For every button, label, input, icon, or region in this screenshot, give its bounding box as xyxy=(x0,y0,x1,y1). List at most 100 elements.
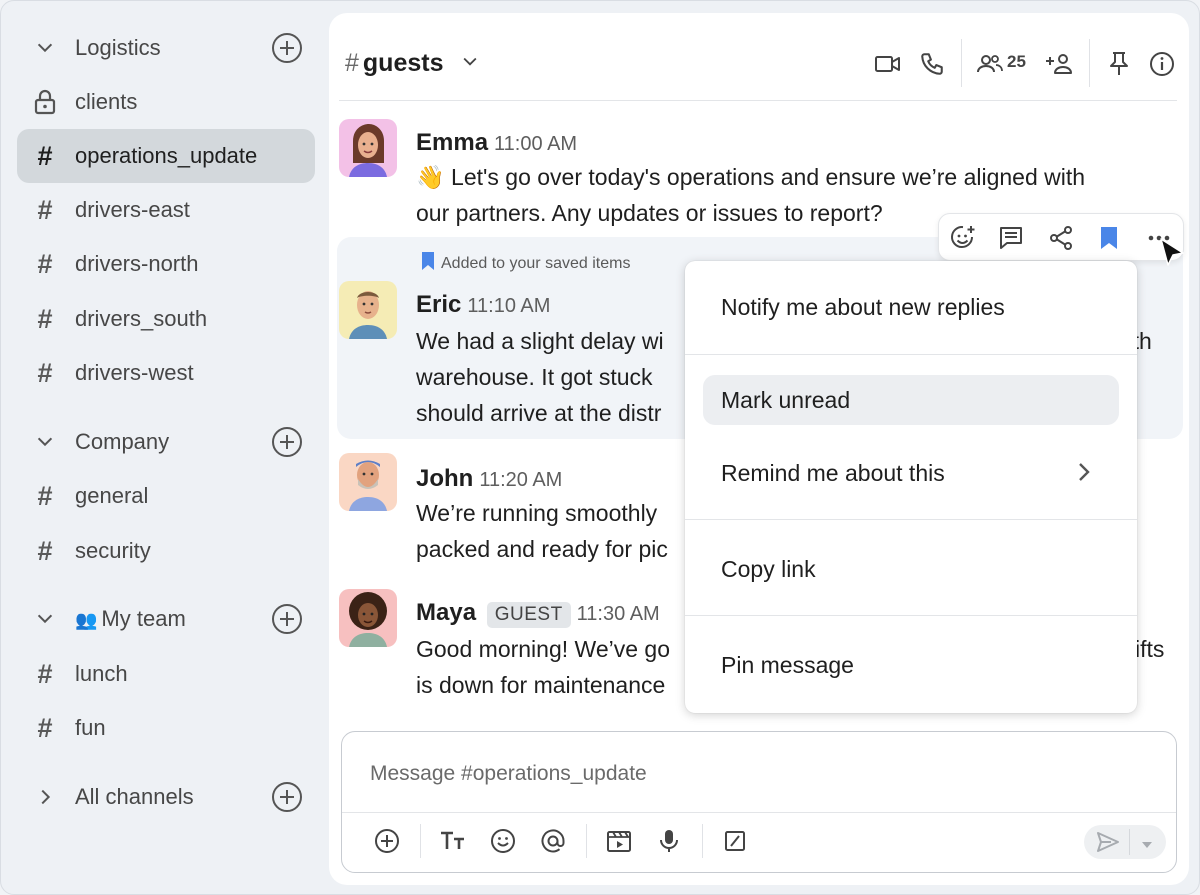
message-text: warehouse. It got stuck xyxy=(416,364,653,390)
chevron-down-icon xyxy=(460,49,480,78)
header-divider xyxy=(1089,39,1090,87)
hash-icon: # xyxy=(37,303,53,334)
section-my-team[interactable]: 👥 My team xyxy=(17,592,315,646)
composer-divider xyxy=(586,824,587,858)
share-icon[interactable] xyxy=(1047,224,1075,252)
message-text: ifts xyxy=(1135,636,1165,662)
microphone-icon[interactable] xyxy=(654,826,684,856)
message-text: packed and ready for pic xyxy=(416,536,668,562)
section-all-channels[interactable]: All channels xyxy=(17,770,315,824)
add-attachment-icon[interactable] xyxy=(372,826,402,856)
bookmark-icon[interactable] xyxy=(1095,224,1123,252)
menu-item-remind-me[interactable]: Remind me about this xyxy=(685,443,1137,503)
video-call-icon[interactable] xyxy=(873,49,903,79)
menu-item-copy-link[interactable]: Copy link xyxy=(685,539,1137,599)
avatar[interactable] xyxy=(339,589,397,647)
message-input[interactable] xyxy=(370,756,1130,792)
section-label: Logistics xyxy=(75,35,161,60)
message-text: is down for maintenance xyxy=(416,672,666,698)
sidebar-item-lunch[interactable]: # lunch xyxy=(17,647,315,701)
channel-label: security xyxy=(75,538,151,563)
section-logistics[interactable]: Logistics xyxy=(17,21,315,75)
message-text: 👋 Let's go over today's operations and e… xyxy=(416,164,1086,190)
add-channel-icon[interactable] xyxy=(271,32,303,64)
channel-name: guests xyxy=(362,49,444,77)
sidebar-item-security[interactable]: # security xyxy=(17,524,315,578)
section-company[interactable]: Company xyxy=(17,415,315,469)
pin-icon[interactable] xyxy=(1104,49,1134,79)
message-sender: Maya GUEST 11:30 AM xyxy=(416,599,660,628)
sidebar-item-general[interactable]: # general xyxy=(17,469,315,523)
hash-icon: # xyxy=(345,49,359,77)
team-emoji-icon: 👥 xyxy=(75,610,98,630)
chevron-down-icon xyxy=(23,37,67,59)
bookmark-icon xyxy=(421,251,435,276)
menu-item-notify-replies[interactable]: Notify me about new replies xyxy=(685,277,1137,337)
section-label: 👥 My team xyxy=(75,606,186,631)
menu-item-pin-message[interactable]: Pin message xyxy=(685,635,1137,695)
sidebar-item-drivers-north[interactable]: # drivers-north xyxy=(17,237,315,291)
message-time: 11:10 AM xyxy=(467,295,551,317)
add-channel-icon[interactable] xyxy=(271,426,303,458)
chevron-right-icon xyxy=(1077,461,1091,489)
menu-divider xyxy=(685,519,1137,520)
hash-icon: # xyxy=(37,658,53,689)
sidebar-item-drivers-west[interactable]: # drivers-west xyxy=(17,346,315,400)
add-reaction-icon[interactable] xyxy=(949,224,977,252)
slash-command-icon[interactable] xyxy=(720,826,750,856)
avatar[interactable] xyxy=(339,119,397,177)
hash-icon: # xyxy=(37,712,53,743)
section-label: Company xyxy=(75,429,170,454)
avatar[interactable] xyxy=(339,281,397,339)
channel-title[interactable]: # guests xyxy=(345,49,480,78)
message-sender: Eric 11:10 AM xyxy=(416,291,551,318)
channel-label: drivers-east xyxy=(75,197,190,222)
message-text: Good morning! We’ve go xyxy=(416,636,670,662)
member-count[interactable]: 25 xyxy=(1007,52,1026,72)
message-sender: Emma 11:00 AM xyxy=(416,129,578,156)
sidebar-item-clients[interactable]: clients xyxy=(17,75,315,129)
sidebar: Logistics clients # operations_update # … xyxy=(1,1,329,894)
text-format-icon[interactable] xyxy=(438,826,468,856)
sidebar-item-drivers-east[interactable]: # drivers-east xyxy=(17,183,315,237)
message-time: 11:20 AM xyxy=(479,469,563,491)
menu-divider xyxy=(685,354,1137,355)
send-icon[interactable] xyxy=(1096,831,1120,858)
sidebar-item-operations-update[interactable]: # operations_update xyxy=(17,129,315,183)
header-divider xyxy=(961,39,962,87)
video-clip-icon[interactable] xyxy=(604,826,634,856)
send-options-chevron-icon[interactable] xyxy=(1140,837,1154,855)
hash-icon: # xyxy=(37,357,53,388)
message-text: should arrive at the distr xyxy=(416,400,662,426)
add-member-icon[interactable] xyxy=(1045,49,1075,79)
message-text: We’re running smoothly xyxy=(416,500,658,526)
saved-note: Added to your saved items xyxy=(421,251,630,276)
hash-icon: # xyxy=(37,480,53,511)
send-divider xyxy=(1129,829,1130,855)
menu-item-label: Remind me about this xyxy=(721,459,945,486)
chevron-down-icon xyxy=(23,608,67,630)
phone-icon[interactable] xyxy=(917,49,947,79)
sidebar-item-fun[interactable]: # fun xyxy=(17,701,315,755)
menu-item-mark-unread[interactable]: Mark unread xyxy=(703,375,1119,425)
channel-label: drivers-west xyxy=(75,360,194,385)
sidebar-item-drivers-south[interactable]: # drivers_south xyxy=(17,292,315,346)
mouse-cursor-icon xyxy=(1159,237,1187,269)
channel-label: drivers-north xyxy=(75,251,199,276)
members-icon[interactable] xyxy=(975,49,1005,79)
channel-label: fun xyxy=(75,715,106,740)
composer-divider xyxy=(342,812,1176,813)
add-channel-icon[interactable] xyxy=(271,603,303,635)
info-icon[interactable] xyxy=(1147,49,1177,79)
message-sender: John 11:20 AM xyxy=(416,465,563,492)
mention-icon[interactable] xyxy=(538,826,568,856)
avatar[interactable] xyxy=(339,453,397,511)
reply-in-thread-icon[interactable] xyxy=(997,224,1025,252)
hash-icon: # xyxy=(37,140,53,171)
emoji-icon[interactable] xyxy=(488,826,518,856)
composer-divider xyxy=(420,824,421,858)
channel-label: drivers_south xyxy=(75,306,208,331)
add-channel-icon[interactable] xyxy=(271,781,303,813)
send-button-group xyxy=(1084,825,1166,859)
channel-label: clients xyxy=(75,89,138,114)
